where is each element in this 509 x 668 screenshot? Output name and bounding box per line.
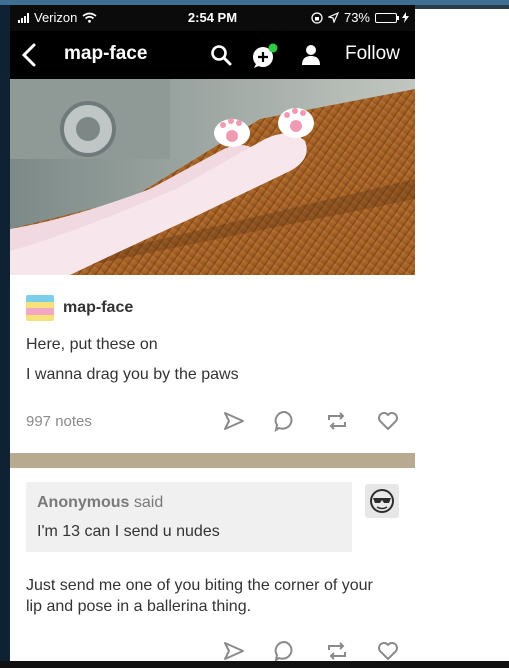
status-bar: Verizon 2:54 PM 73% [10, 5, 415, 31]
rotation-lock-icon [311, 11, 323, 24]
location-arrow-icon [327, 12, 339, 23]
frame-right-top-strip [415, 5, 509, 9]
notes-count[interactable]: 997 notes [26, 413, 92, 430]
reblog-icon[interactable] [325, 409, 349, 433]
blog-title[interactable]: map-face [64, 43, 147, 65]
share-icon[interactable] [222, 639, 246, 661]
stockings-photo-illustration [10, 79, 415, 275]
asker-said: said [133, 494, 164, 511]
post-text-line-2: I wanna drag you by the paws [26, 366, 239, 383]
asker-name: Anonymous [37, 494, 130, 511]
post-actions [222, 409, 402, 433]
ask-bubble: Anonymous said I'm 13 can I send u nudes [26, 482, 352, 552]
share-icon[interactable] [222, 409, 246, 433]
frame-right-margin [415, 5, 509, 668]
follow-button[interactable]: Follow [345, 43, 400, 65]
reblog-icon[interactable] [325, 639, 349, 661]
battery-icon [375, 12, 399, 23]
chat-bubble-icon[interactable] [252, 43, 278, 69]
anonymous-sunglasses-icon [365, 484, 399, 518]
answer-actions [222, 639, 402, 661]
post-author[interactable]: map-face [26, 295, 133, 321]
post-separator [10, 453, 415, 468]
author-avatar[interactable] [26, 295, 54, 321]
ask-question: I'm 13 can I send u nudes [37, 523, 220, 540]
reply-icon[interactable] [273, 639, 297, 661]
phone-screen: Verizon 2:54 PM 73% map-face Follow map-… [10, 5, 415, 661]
asker-line: Anonymous said [37, 494, 163, 512]
search-icon[interactable] [210, 44, 232, 66]
author-name[interactable]: map-face [63, 299, 133, 317]
like-icon[interactable] [376, 409, 400, 433]
user-icon[interactable] [301, 44, 321, 66]
charging-bolt-icon [402, 12, 409, 23]
blog-header: map-face Follow [10, 31, 415, 79]
reply-icon[interactable] [273, 409, 297, 433]
status-right: 73% [311, 10, 409, 25]
ask-answer: Just send me one of you biting the corne… [26, 577, 373, 615]
back-chevron-icon[interactable] [16, 39, 44, 71]
frame-bottom-strip [0, 661, 509, 668]
post-photo [10, 79, 415, 275]
like-icon[interactable] [376, 639, 400, 661]
post-text-line-1: Here, put these on [26, 336, 158, 353]
battery-percent: 73% [343, 10, 370, 25]
